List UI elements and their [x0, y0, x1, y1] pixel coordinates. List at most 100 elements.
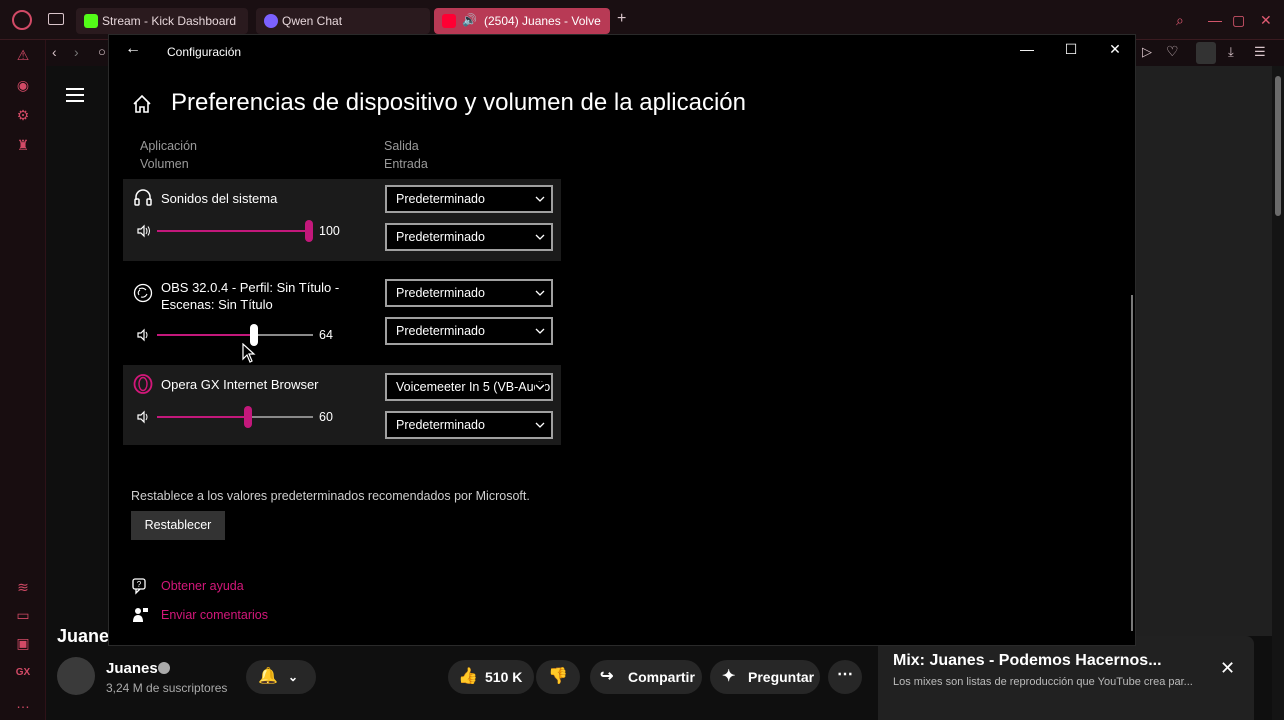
play-icon[interactable]: ▷ — [1142, 44, 1152, 60]
output-device-dropdown[interactable]: Predeterminado — [385, 185, 553, 213]
thumbs-down-icon: 👎 — [548, 668, 568, 685]
gx-control-icon[interactable]: ◉ — [14, 76, 32, 94]
dropdown-value: Predeterminado — [396, 230, 485, 244]
warning-icon[interactable]: ⚠ — [14, 46, 32, 64]
tab-kick-dashboard[interactable]: Stream - Kick Dashboard — [76, 8, 248, 34]
output-device-dropdown[interactable]: Voicemeeter In 5 (VB-Audio — [385, 373, 553, 401]
like-button[interactable]: 👍 510 K — [448, 660, 534, 694]
close-mix-icon[interactable]: ✕ — [1220, 658, 1235, 679]
volume-slider[interactable] — [157, 406, 313, 428]
help-link[interactable]: Obtener ayuda — [161, 579, 244, 593]
share-button[interactable]: ↪ Compartir — [590, 660, 702, 694]
profile-thumb-icon[interactable] — [1196, 42, 1216, 64]
opera-logo-icon[interactable] — [12, 10, 32, 30]
subscribe-bell-button[interactable]: 🔔 ⌄ — [246, 660, 316, 694]
page-title: Preferencias de dispositivo y volumen de… — [171, 89, 746, 116]
tab-youtube-juanes[interactable]: 🔊 (2504) Juanes - Volve — [434, 8, 610, 34]
svg-text:?: ? — [137, 580, 142, 589]
volume-slider[interactable] — [157, 324, 313, 346]
column-header-app: Aplicación Volumen — [140, 137, 197, 173]
easy-setup-icon[interactable]: ☰ — [1254, 44, 1266, 60]
sparkle-icon: ✦ — [722, 668, 736, 685]
reset-description: Restablece a los valores predeterminados… — [131, 489, 530, 503]
ask-button[interactable]: ✦ Preguntar — [710, 660, 820, 694]
bell-icon: 🔔 — [258, 668, 278, 685]
help-icon: ? — [132, 578, 146, 595]
scrollbar-thumb[interactable] — [1275, 76, 1281, 216]
volume-slider[interactable] — [157, 220, 313, 242]
speaker-icon[interactable] — [137, 410, 151, 424]
app-row-system-sounds: Sonidos del sistema 100 Predeterminado P… — [123, 179, 561, 261]
channel-name[interactable]: Juanes — [106, 660, 158, 677]
app-name: Sonidos del sistema — [161, 191, 278, 206]
cpu-icon[interactable]: ▣ — [14, 634, 32, 652]
dislike-button[interactable]: 👎 — [536, 660, 580, 694]
chevron-down-icon — [535, 290, 545, 296]
maximize-icon[interactable]: ☐ — [1061, 41, 1081, 58]
close-icon[interactable]: ✕ — [1260, 12, 1272, 29]
tab-label: (2504) Juanes - Volve — [484, 14, 601, 28]
app-name: Opera GX Internet Browser — [161, 377, 319, 392]
maximize-icon[interactable]: ▢ — [1232, 12, 1245, 29]
minimize-icon[interactable]: — — [1208, 12, 1222, 28]
slider-fill — [157, 334, 254, 336]
app-row-obs: OBS 32.0.4 - Perfil: Sin Título - Escena… — [123, 271, 561, 357]
ask-label: Preguntar — [748, 669, 815, 685]
download-icon[interactable]: ⤓ — [1228, 44, 1234, 60]
dropdown-value: Predeterminado — [396, 324, 485, 338]
output-device-dropdown[interactable]: Predeterminado — [385, 279, 553, 307]
settings-scrollbar[interactable] — [1131, 295, 1133, 631]
heart-icon[interactable]: ♡ — [1166, 43, 1179, 60]
qwen-icon — [264, 14, 278, 28]
search-tabs-icon[interactable]: ⌕ — [1176, 12, 1184, 29]
chevron-down-icon — [535, 328, 545, 334]
wifi-icon[interactable]: ≋ — [14, 578, 32, 596]
gx-corner-icon[interactable]: ⚙ — [14, 106, 32, 124]
slider-thumb[interactable] — [305, 220, 313, 242]
video-area — [1136, 66, 1272, 636]
chevron-down-icon: ⌄ — [288, 670, 299, 684]
dropdown-value: Predeterminado — [396, 192, 485, 206]
forward-icon[interactable]: › — [74, 44, 79, 60]
home-icon — [133, 94, 151, 113]
page-scrollbar[interactable] — [1272, 66, 1284, 720]
header-output-label: Salida — [384, 139, 419, 153]
input-device-dropdown[interactable]: Predeterminado — [385, 411, 553, 439]
column-header-device: Salida Entrada — [384, 137, 428, 173]
back-arrow-icon[interactable]: ← — [125, 40, 141, 58]
mix-playlist-panel[interactable]: Mix: Juanes - Podemos Hacernos... Los mi… — [878, 636, 1254, 720]
slider-thumb[interactable] — [244, 406, 252, 428]
speaker-icon[interactable] — [137, 328, 151, 342]
opera-gx-icon — [133, 374, 153, 394]
speaker-icon[interactable] — [137, 224, 151, 238]
browser-window: Stream - Kick Dashboard Qwen Chat 🔊 (250… — [0, 0, 1284, 720]
new-tab-button[interactable]: + — [617, 10, 626, 28]
mix-title: Mix: Juanes - Podemos Hacernos... — [893, 652, 1162, 669]
kick-icon — [84, 14, 98, 28]
input-device-dropdown[interactable]: Predeterminado — [385, 223, 553, 251]
ram-icon[interactable]: ▭ — [14, 606, 32, 624]
window-title: Configuración — [167, 45, 242, 59]
headphones-icon — [134, 189, 152, 206]
tab-qwen-chat[interactable]: Qwen Chat — [256, 8, 430, 34]
back-icon[interactable]: ‹ — [52, 44, 57, 60]
gx-logo-icon[interactable]: GX — [14, 664, 32, 682]
more-icon[interactable]: … — [14, 694, 32, 712]
feedback-link[interactable]: Enviar comentarios — [161, 608, 268, 622]
tab-overview-icon[interactable] — [48, 13, 64, 25]
close-icon[interactable]: ✕ — [1105, 41, 1125, 58]
speaker-icon: 🔊 — [462, 13, 477, 27]
hamburger-menu-icon[interactable] — [66, 88, 84, 102]
header-input-label: Entrada — [384, 157, 428, 171]
input-device-dropdown[interactable]: Predeterminado — [385, 317, 553, 345]
reset-button[interactable]: Restablecer — [131, 511, 225, 540]
obs-icon — [133, 283, 153, 303]
minimize-icon[interactable]: — — [1017, 41, 1037, 57]
reload-icon[interactable]: ○ — [98, 44, 106, 59]
mouse-cursor-icon — [242, 343, 256, 363]
channel-avatar[interactable] — [57, 657, 95, 695]
more-horizontal-icon: ⋯ — [837, 666, 853, 683]
like-count: 510 K — [485, 669, 523, 685]
extension-icon[interactable]: ♜ — [14, 136, 32, 154]
more-actions-button[interactable]: ⋯ — [828, 660, 862, 694]
